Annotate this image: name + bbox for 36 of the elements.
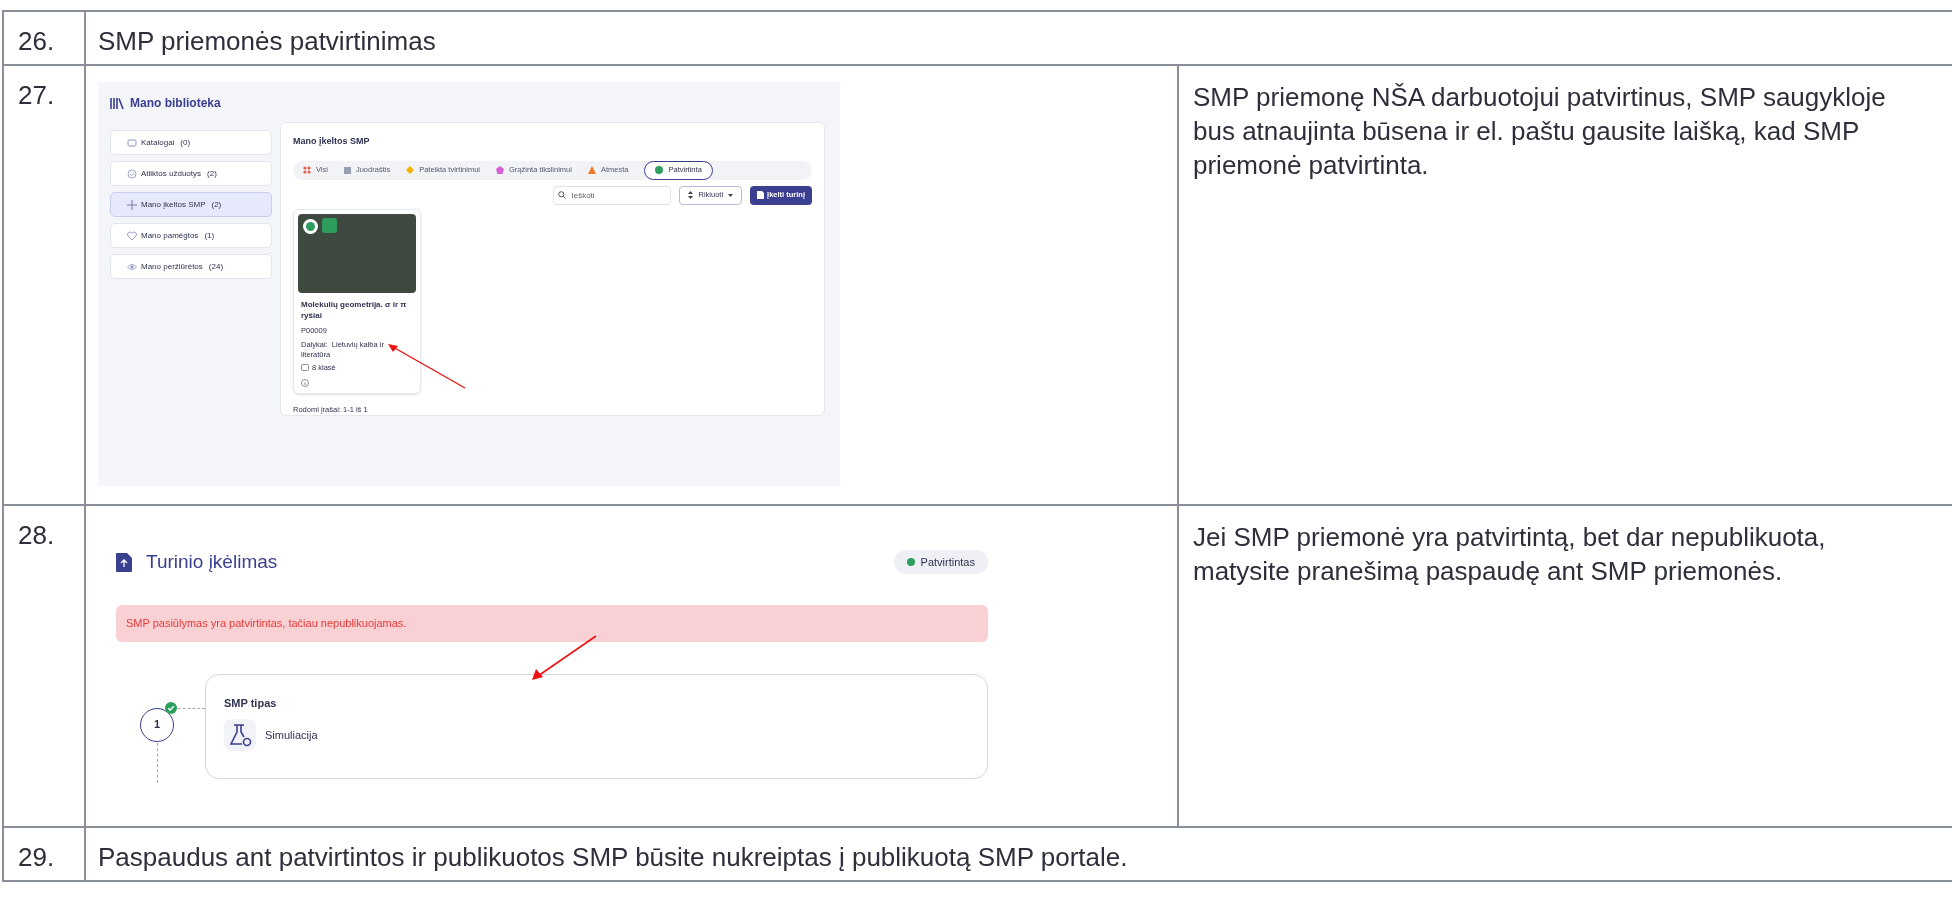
row-number: 27. [18, 80, 55, 110]
sort-icon [688, 191, 694, 199]
eye-icon [127, 261, 137, 272]
file-icon [757, 191, 765, 199]
row-text: SMP priemonės patvirtinimas [98, 26, 436, 56]
row-number: 29. [18, 842, 55, 872]
status-badge: Patvirtintas [893, 550, 988, 575]
step-value: Simuliacija [265, 727, 318, 743]
page-title: Mano biblioteka [130, 95, 221, 112]
heart-icon [127, 230, 137, 241]
search-icon [558, 191, 567, 199]
info-icon[interactable] [301, 379, 309, 387]
step-title: SMP tipas [224, 695, 278, 711]
flask-gear-icon [224, 719, 256, 751]
panel-title: Mano įkeltos SMP [293, 135, 371, 148]
search-field[interactable]: Ieškoti [553, 185, 672, 205]
sidebar-item[interactable]: Mano pamėgtos (1) [110, 223, 272, 248]
arrow [530, 634, 598, 682]
sidebar-item[interactable]: Mano peržiūrėtos (24) [110, 254, 272, 279]
row-number: 28. [18, 520, 55, 550]
row-note: SMP priemonę NŠA darbuotojui patvirtinus, SMP saugykloje bus atnaujinta būsena ir el. paštu gausite laišką, kad SMP priemonė patvirtinta. [1193, 81, 1887, 182]
sidebar-item[interactable]: Katalogai (0) [110, 130, 272, 155]
sidebar-item[interactable]: Mano įkeltos SMP (2) [110, 192, 272, 217]
caret-icon [728, 193, 734, 197]
alert-banner: SMP pasiūlymas yra patvirtintas, tačiau nepublikuojamas. [116, 604, 988, 642]
row-note: Jei SMP priemonė yra patvirtintą, bet dar nepublikuota, matysite pranešimą paspaudę ant SMP priemonės. [1193, 521, 1827, 588]
plus-icon [127, 199, 137, 210]
sidebar-item[interactable]: Atliktos užduotys (2) [110, 161, 272, 186]
file-upload-icon [116, 552, 132, 572]
row-text: Paspaudus ant patvirtintos ir publikuotos SMP būsite nukreiptas į publikuotą SMP portale. [98, 842, 1128, 872]
card-title: Molekulių geometrija. σ ir π ryšiai [300, 298, 408, 321]
books-icon [110, 96, 124, 110]
row-number: 26. [18, 26, 55, 56]
page-title: Turinio įkėlimas [146, 550, 278, 574]
folder-icon [127, 137, 137, 148]
check-circle-icon [127, 168, 137, 179]
